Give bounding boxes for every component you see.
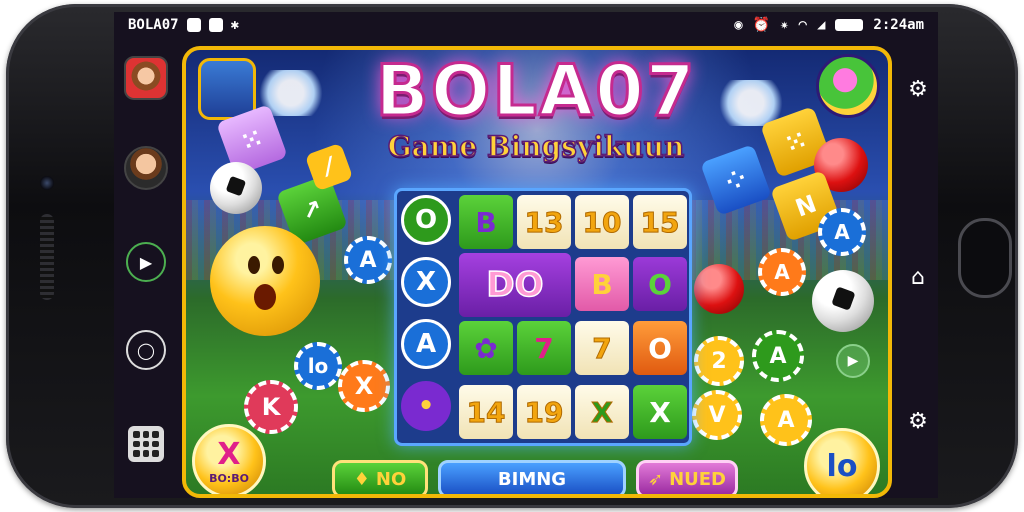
bingo-cell[interactable]: 13 (517, 195, 571, 249)
bingo-cell[interactable]: X (575, 385, 629, 439)
location-icon: ◉ (734, 17, 743, 33)
bonus-coin[interactable]: X BO:BO (192, 424, 266, 494)
chip-2: 2 (694, 336, 744, 386)
nued-button-label: NUED (669, 468, 726, 490)
bluetooth-icon: ✱ (230, 17, 240, 33)
speaker-grille (40, 214, 54, 300)
bonus-coin-right[interactable]: lo (804, 428, 880, 494)
soccer-ball (210, 162, 262, 214)
nued-button[interactable]: ➶ NUED (636, 460, 738, 494)
play-store-icon[interactable]: ▶ (126, 242, 166, 282)
wifi-icon: ◠ (798, 17, 807, 33)
status-app-name: BOLA07 (128, 17, 179, 33)
chip-a: A (760, 394, 812, 446)
board-left-chip[interactable]: X (401, 257, 451, 307)
no-button[interactable]: ♦ NO (332, 460, 428, 494)
battery-icon (835, 19, 864, 31)
bonus-coin-glyph: X (217, 437, 241, 472)
chip-a: A (818, 208, 866, 256)
gallery-icon (208, 18, 223, 32)
bingo-cell[interactable]: 15 (633, 195, 687, 249)
soccer-ball (812, 270, 874, 332)
bingo-button[interactable]: BIMNG (438, 460, 626, 494)
app-grid-icon[interactable] (128, 426, 164, 462)
bingo-cell[interactable]: 7 (517, 321, 571, 375)
arrow-icon: ➶ (647, 468, 664, 490)
shield-icon: ♦ (353, 468, 370, 490)
left-shortcut-bar: ▶ ◯ (114, 46, 178, 498)
bingo-cell[interactable]: 10 (575, 195, 629, 249)
bingo-button-label: BIMNG (497, 468, 567, 490)
chip-a: A (752, 330, 804, 382)
chip-lo: lo (294, 342, 342, 390)
phone-frame: BOLA07 ✱ ◉ ⏰ ✷ ◠ ◢ 2:24am ▶ ◯ ⚙ ⌂ ⚙ BOLA… (6, 4, 1018, 508)
bingo-cell[interactable]: X (633, 385, 687, 439)
ring-icon[interactable]: ◯ (126, 330, 166, 370)
bingo-cell[interactable]: B (459, 195, 513, 249)
settings-icon[interactable]: ⚙ (904, 408, 932, 436)
bingo-cell-flower[interactable]: ✿ (459, 321, 513, 375)
no-button-label: NO (375, 468, 407, 490)
board-left-chip[interactable]: O (401, 195, 451, 245)
bingo-cell[interactable]: O (633, 321, 687, 375)
game-canvas[interactable]: BOLA07 Game Bingsyikuun ⁙ ↗ ⁄ A lo X K X… (182, 46, 892, 498)
next-arrow-icon[interactable]: ▶ (836, 344, 870, 378)
board-left-chip[interactable]: A (401, 319, 451, 369)
bonus-coin-caption: BO:BO (209, 472, 249, 485)
chip-k: K (244, 380, 298, 434)
signal-icon: ◢ (816, 17, 826, 33)
settings-icon[interactable]: ⚙ (904, 76, 932, 104)
bingo-cell[interactable]: 7 (575, 321, 629, 375)
game-logo: BOLA07 (374, 50, 697, 134)
bingo-cell[interactable]: B (575, 257, 629, 311)
board-left-chip[interactable]: • (401, 381, 451, 431)
status-bar: BOLA07 ✱ ◉ ⏰ ✷ ◠ ◢ 2:24am (114, 12, 938, 40)
emoji-ball (210, 226, 320, 336)
chip-x: X (338, 360, 390, 412)
ball-badge[interactable] (816, 54, 880, 118)
bingo-cell[interactable]: 14 (459, 385, 513, 439)
avatar[interactable] (124, 56, 168, 100)
status-time: 2:24am (873, 17, 924, 33)
red-ball (694, 264, 744, 314)
chip-a: A (344, 236, 392, 284)
bingo-cell[interactable]: 19 (517, 385, 571, 439)
vibrate-icon: ✷ (780, 17, 789, 33)
avatar[interactable] (124, 146, 168, 190)
home-button[interactable] (958, 218, 1012, 298)
alarm-icon: ⏰ (752, 17, 771, 33)
bingo-cell[interactable]: O (633, 257, 687, 311)
home-nav-icon[interactable]: ⌂ (904, 264, 932, 292)
game-subtitle: Game Bingsyikuun (387, 129, 685, 164)
navigation-bar: ⚙ ⌂ ⚙ (898, 42, 938, 498)
screen: BOLA07 ✱ ◉ ⏰ ✷ ◠ ◢ 2:24am ▶ ◯ ⚙ ⌂ ⚙ BOLA… (114, 12, 938, 498)
notification-icon (186, 18, 201, 32)
chip-v: V (692, 390, 742, 440)
bingo-board: O X A • B 13 10 15 DO B O ✿ 7 7 O 14 19 … (394, 188, 692, 446)
front-camera (40, 176, 54, 190)
chip-a: A (758, 248, 806, 296)
bingo-cell-large[interactable]: DO (459, 253, 571, 317)
